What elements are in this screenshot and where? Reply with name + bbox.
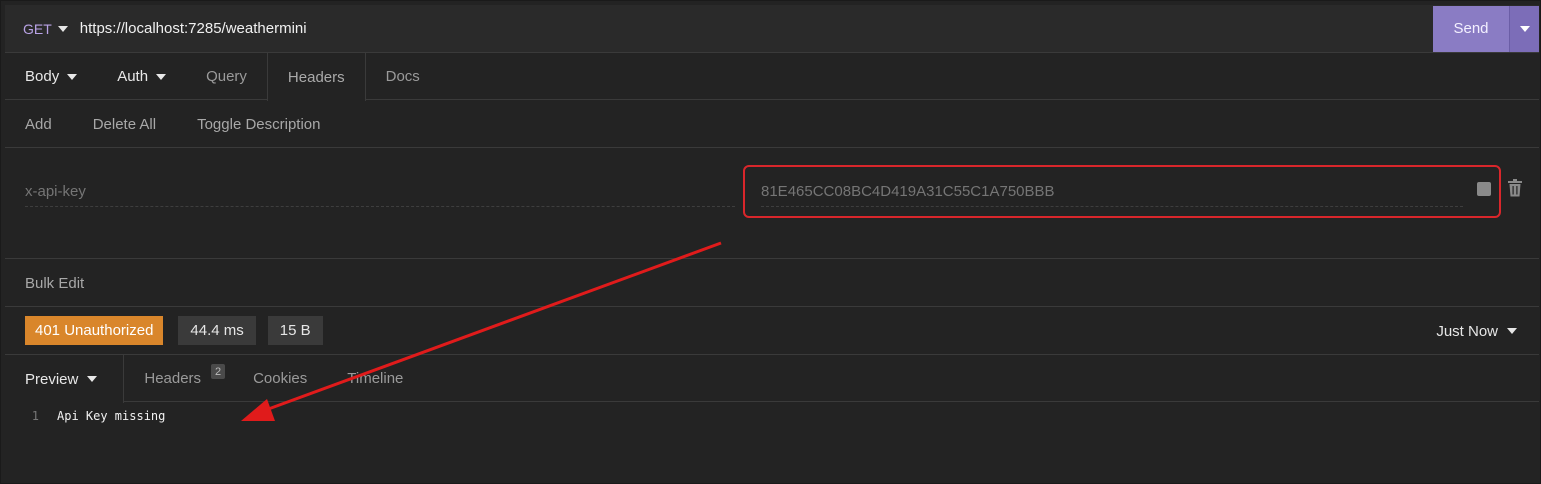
bulk-edit-bar: Bulk Edit (5, 260, 1539, 307)
response-body: 1 Api Key missing (5, 403, 1539, 484)
url-bar: GET Send (5, 5, 1539, 53)
chevron-down-icon (1507, 328, 1517, 334)
chevron-down-icon (57, 25, 68, 32)
tab-timeline-label: Timeline (347, 370, 404, 387)
code-line: 1 Api Key missing (5, 409, 166, 423)
method-dropdown[interactable]: GET (5, 5, 78, 52)
http-client-window: GET Send Body Auth Query Headers Docs Ad… (0, 0, 1541, 484)
chevron-down-icon (67, 73, 78, 80)
request-tabs: Body Auth Query Headers Docs (5, 53, 1539, 101)
tab-body-label: Body (25, 68, 60, 85)
tab-headers-label: Headers (287, 68, 345, 86)
header-row (5, 149, 1539, 259)
tab-query[interactable]: Query (186, 53, 267, 100)
url-input[interactable] (77, 5, 1433, 52)
tab-docs-label: Docs (385, 68, 420, 85)
tab-preview[interactable]: Preview (5, 355, 125, 403)
response-size: 15 B (267, 316, 323, 345)
delete-all-button[interactable]: Delete All (93, 116, 156, 133)
header-actions: Add Delete All Toggle Description (5, 101, 1539, 148)
line-number: 1 (31, 409, 39, 423)
chevron-down-icon (87, 376, 98, 382)
tab-query-label: Query (206, 68, 247, 85)
highlight-box (743, 165, 1501, 218)
tab-cookies-label: Cookies (253, 370, 308, 387)
tab-preview-label: Preview (25, 370, 79, 388)
add-header-button[interactable]: Add (25, 116, 52, 133)
chevron-down-icon (156, 73, 167, 80)
bulk-edit-button[interactable]: Bulk Edit (25, 275, 84, 292)
tab-response-headers[interactable]: Headers 2 (124, 355, 233, 402)
tab-headers[interactable]: Headers (266, 53, 366, 101)
status-badge: 401 Unauthorized (25, 316, 164, 345)
toggle-description-button[interactable]: Toggle Description (197, 116, 320, 133)
header-name-input[interactable] (25, 177, 735, 207)
code-text: Api Key missing (57, 409, 166, 423)
response-meta-bar: 401 Unauthorized 44.4 ms 15 B Just Now (5, 307, 1539, 355)
response-time: 44.4 ms (178, 316, 256, 345)
method-label: GET (23, 20, 52, 37)
send-button[interactable]: Send (1433, 5, 1509, 52)
header-enabled-checkbox[interactable] (1477, 182, 1491, 196)
send-options-button[interactable] (1509, 5, 1539, 52)
header-value-input[interactable] (761, 177, 1463, 207)
tab-response-headers-label: Headers (144, 370, 202, 387)
headers-count-badge: 2 (211, 364, 226, 379)
response-tabs: Preview Headers 2 Cookies Timeline (5, 355, 1539, 403)
trash-icon[interactable] (1507, 179, 1523, 197)
tab-cookies[interactable]: Cookies (233, 355, 327, 402)
tab-timeline[interactable]: Timeline (327, 355, 423, 402)
history-dropdown[interactable]: Just Now (1436, 307, 1517, 355)
chevron-down-icon (1519, 25, 1530, 32)
history-label: Just Now (1436, 322, 1498, 340)
tab-auth[interactable]: Auth (97, 53, 186, 100)
tab-docs[interactable]: Docs (366, 53, 440, 100)
tab-auth-label: Auth (117, 68, 149, 85)
tab-body[interactable]: Body (5, 53, 97, 100)
